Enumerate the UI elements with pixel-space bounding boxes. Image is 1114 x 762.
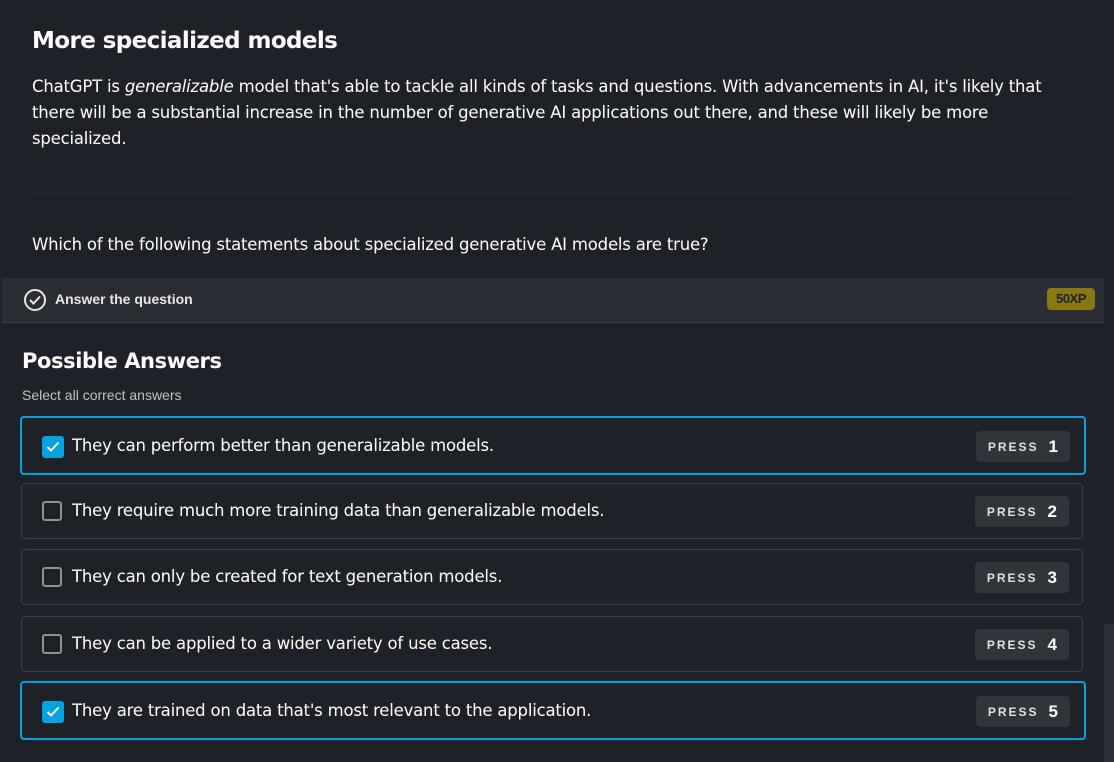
- exercise-title: More specialized models: [32, 28, 338, 54]
- checkbox-unchecked[interactable]: [42, 501, 62, 521]
- possible-answers-title: Possible Answers: [22, 349, 222, 373]
- press-key: 3: [1047, 567, 1057, 587]
- checkbox-unchecked[interactable]: [42, 634, 62, 654]
- answer-option-5[interactable]: They are trained on data that's most rel…: [20, 681, 1086, 740]
- answer-option-4[interactable]: They can be applied to a wider variety o…: [21, 616, 1083, 672]
- desc-emphasis: generalizable: [124, 77, 234, 96]
- checkbox-checked[interactable]: [42, 701, 64, 723]
- press-key: 4: [1047, 634, 1057, 654]
- exercise-description: ChatGPT is generalizable model that's ab…: [32, 74, 1072, 152]
- context-panel: More specialized models ChatGPT is gener…: [0, 0, 1104, 278]
- possible-answers-subtitle: Select all correct answers: [22, 387, 182, 403]
- press-label: PRESS: [987, 439, 1039, 454]
- press-key-hint: PRESS 3: [974, 562, 1069, 593]
- answer-option-1[interactable]: They can perform better than generalizab…: [20, 416, 1086, 475]
- check-circle-icon: [24, 289, 46, 311]
- exercise-type-label: Answer the question: [55, 291, 193, 307]
- divider: [32, 193, 1074, 194]
- scrollbar[interactable]: [1104, 0, 1114, 762]
- press-key-hint: PRESS 2: [974, 496, 1069, 527]
- desc-text-start: ChatGPT is: [32, 77, 125, 96]
- xp-badge: 50XP: [1047, 288, 1095, 310]
- press-label: PRESS: [986, 637, 1038, 652]
- answer-text: They can only be created for text genera…: [72, 567, 503, 586]
- checkbox-checked[interactable]: [42, 436, 64, 458]
- exercise-page: More specialized models ChatGPT is gener…: [0, 0, 1114, 762]
- press-key: 2: [1047, 501, 1057, 521]
- answer-option-3[interactable]: They can only be created for text genera…: [21, 549, 1083, 605]
- checkbox-unchecked[interactable]: [42, 567, 62, 587]
- answer-text: They can be applied to a wider variety o…: [72, 634, 493, 653]
- exercise-header-bar: Answer the question 50XP: [2, 278, 1104, 323]
- press-key-hint: PRESS 4: [974, 629, 1069, 660]
- press-key: 1: [1048, 436, 1058, 456]
- answer-text: They require much more training data tha…: [72, 501, 605, 520]
- question-text: Which of the following statements about …: [32, 235, 709, 254]
- press-label: PRESS: [986, 570, 1038, 585]
- press-label: PRESS: [986, 504, 1038, 519]
- press-label: PRESS: [987, 704, 1039, 719]
- answer-text: They are trained on data that's most rel…: [72, 701, 592, 720]
- press-key: 5: [1048, 701, 1058, 721]
- press-key-hint: PRESS 1: [975, 431, 1070, 462]
- answer-option-2[interactable]: They require much more training data tha…: [21, 483, 1083, 539]
- answer-text: They can perform better than generalizab…: [72, 436, 494, 455]
- scrollbar-thumb[interactable]: [1104, 624, 1114, 762]
- press-key-hint: PRESS 5: [975, 696, 1070, 727]
